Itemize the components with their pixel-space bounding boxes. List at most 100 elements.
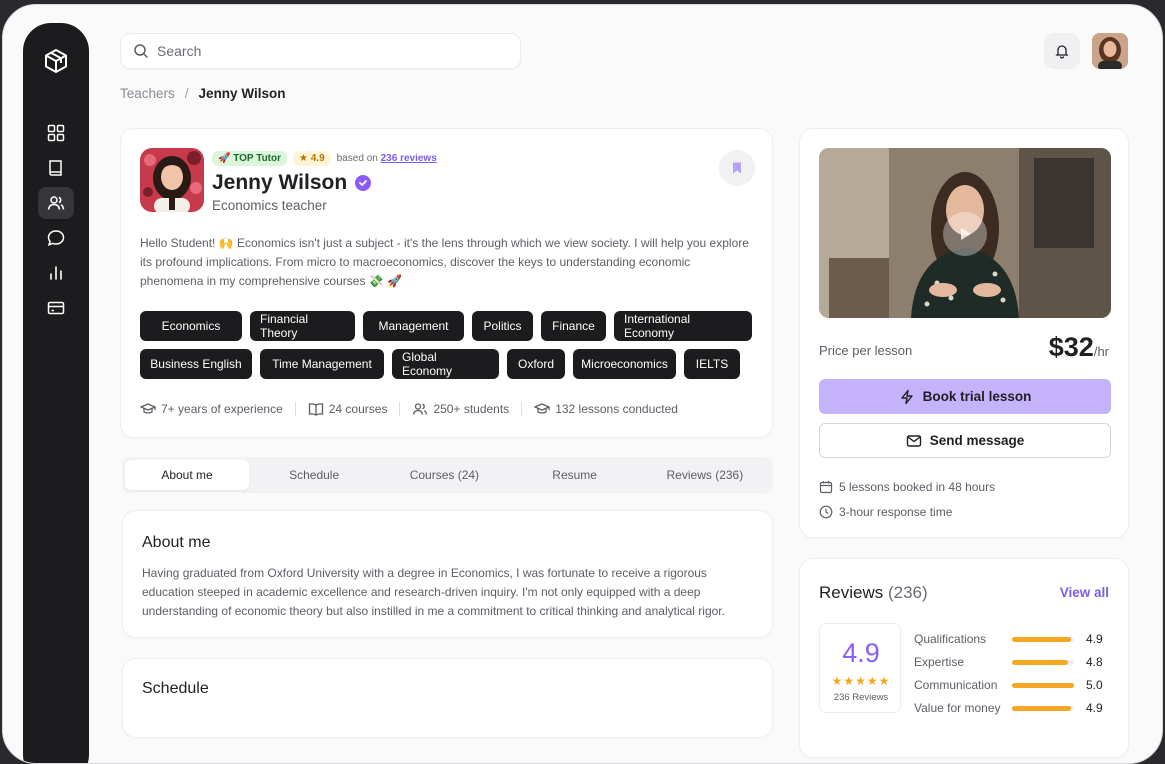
rating-bar-fill [1012,682,1074,688]
rating-bar [1012,705,1074,711]
verified-icon [355,175,372,191]
search-bar[interactable] [120,33,521,69]
teacher-photo-image [140,148,204,212]
subject-tag[interactable]: Finance [541,311,606,341]
reviews-total: 236 Reviews [833,692,889,703]
rating-bar [1012,636,1074,642]
rating-badge: ★ 4.9 [293,151,331,166]
subject-tag[interactable]: Politics [472,311,533,341]
subject-tag[interactable]: Financial Theory [250,311,355,341]
rating-label: Communication [914,678,998,692]
subject-tag[interactable]: Economics [140,311,242,341]
tab-resume[interactable]: Resume [510,460,640,490]
top-tutor-badge: 🚀 TOP Tutor [212,151,288,166]
rating-bar-fill [1012,636,1071,642]
tab-schedule[interactable]: Schedule [249,460,379,490]
response-info: 3-hour response time [819,505,952,519]
rating-value: 4.8 [1086,655,1103,669]
subject-tag[interactable]: Time Management [260,349,384,379]
based-on-text: based on 236 reviews [337,153,437,164]
teacher-name: Jenny Wilson [212,171,372,195]
book-trial-button[interactable]: Book trial lesson [819,379,1111,414]
search-input[interactable] [157,43,497,59]
mail-icon [906,434,921,447]
rating-bar [1012,682,1074,688]
rating-value: 4.9 [1086,632,1103,646]
bookmark-icon [733,162,741,174]
price-unit: /hr [1093,344,1109,359]
about-text: Having graduated from Oxford University … [142,566,725,618]
about-section: About me Having graduated from Oxford Un… [122,510,773,638]
schedule-title: Schedule [142,680,209,697]
subject-tag[interactable]: Business English [140,349,252,379]
booking-card: Price per lesson $32/hr Book trial lesso… [799,128,1129,538]
bookmark-button[interactable] [719,150,755,186]
subject-tag[interactable]: Oxford [507,349,565,379]
booked-info-text: 5 lessons booked in 48 hours [839,480,996,494]
send-message-button[interactable]: Send message [819,423,1111,458]
cube-logo-icon[interactable] [42,47,70,75]
subject-tag[interactable]: Management [363,311,464,341]
app-window: Teachers / Jenny Wilson 🚀 TOP Tutor ★ 4.… [2,4,1163,764]
breadcrumb: Teachers / Jenny Wilson [120,86,285,101]
stat-experience: 7+ years of experience [140,401,283,417]
lightning-icon [900,389,913,404]
reviews-link[interactable]: 236 reviews [381,153,437,164]
reviews-count: (236) [887,583,928,602]
bar-chart-icon [50,266,62,280]
notifications-button[interactable] [1044,33,1080,69]
overall-score: 4.9 [842,638,880,668]
open-book-icon [308,403,323,416]
credit-card-icon [47,301,65,315]
stat-divider [294,402,296,416]
reviews-title-text: Reviews [819,583,884,602]
send-message-label: Send message [929,433,1025,448]
rating-row: Expertise 4.8 [914,655,1114,669]
rating-bar-fill [1012,659,1068,665]
subject-tag[interactable]: IELTS [684,349,740,379]
sidebar-item-payments[interactable] [38,292,74,324]
price-amount: $32 [1048,332,1094,362]
sidebar-item-courses[interactable] [38,152,74,184]
rating-label: Qualifications [914,632,987,646]
stat-students-text: 250+ students [433,402,510,416]
bell-icon [1055,45,1069,59]
rating-row: Value for money 4.9 [914,701,1114,715]
user-avatar[interactable] [1092,33,1128,69]
subject-tag[interactable]: Global Economy [392,349,499,379]
chat-icon [47,230,65,247]
subject-tag[interactable]: Microeconomics [573,349,676,379]
sidebar-item-messages[interactable] [38,222,74,254]
graduation-cap-icon [534,403,551,414]
subject-tag[interactable]: International Economy [614,311,752,341]
breadcrumb-current: Jenny Wilson [198,86,286,101]
response-info-text: 3-hour response time [839,505,953,519]
about-title: About me [142,534,211,551]
overall-rating-box: 4.9 ★★★★★ 236 Reviews [819,623,901,713]
sidebar [23,23,89,763]
clock-icon [819,505,833,519]
profile-card: 🚀 TOP Tutor ★ 4.9 based on 236 reviews J… [120,128,773,438]
tab-about-me[interactable]: About me [125,460,249,490]
sidebar-item-statistics[interactable] [38,257,74,289]
tab-courses[interactable]: Courses (24) [379,460,509,490]
sidebar-item-teachers[interactable] [38,187,74,219]
breadcrumb-separator: / [184,86,189,101]
rating-label: Expertise [914,655,965,669]
tab-reviews[interactable]: Reviews (236) [640,460,770,490]
sidebar-item-dashboard[interactable] [38,117,74,149]
grid-icon [47,124,65,142]
book-trial-label: Book trial lesson [922,389,1032,404]
breadcrumb-teachers-link[interactable]: Teachers [120,86,175,101]
play-button[interactable] [943,212,987,256]
teacher-stats: 7+ years of experience 24 courses 250+ s… [140,401,678,417]
view-all-link[interactable]: View all [1060,585,1109,600]
search-icon [134,44,148,58]
stat-experience-text: 7+ years of experience [161,402,283,416]
avatar-image [1092,33,1128,69]
intro-video[interactable] [819,148,1111,318]
rating-value: 5.0 [1086,678,1103,692]
schedule-section: Schedule [122,658,773,738]
rating-row: Communication 5.0 [914,678,1114,692]
stat-divider [399,402,401,416]
